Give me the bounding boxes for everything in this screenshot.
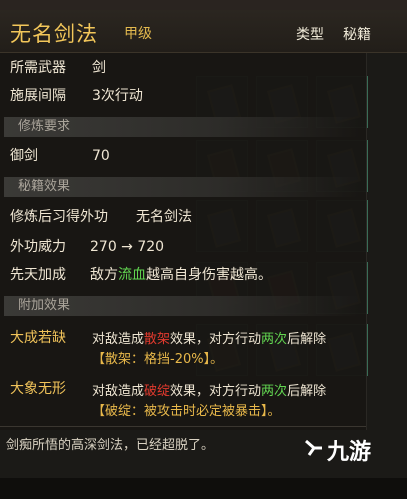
- stat-key: 所需武器: [10, 60, 66, 76]
- extra-skill-line: 对敌造成散架效果，对方行动两次后解除: [92, 328, 326, 347]
- extra-skill-line: 对敌造成破绽效果，对方行动两次后解除: [92, 380, 326, 399]
- skill-text: 效果，对方行动: [170, 384, 262, 399]
- skill-text: 后解除: [287, 332, 327, 347]
- tooltip-divider: [0, 426, 366, 427]
- innate-text: 敌方: [90, 267, 118, 283]
- item-name: 无名剑法: [10, 22, 98, 46]
- extra-skill-sub: 【破绽：被攻击时必定被暴击】。: [92, 404, 281, 419]
- skill-text: 对敌造成: [92, 332, 145, 347]
- effect-row-learn: 修炼后习得外功 无名剑法: [0, 205, 366, 229]
- section-title: 修炼要求: [18, 119, 71, 134]
- innate-value: 敌方流血越高自身伤害越高。: [90, 263, 272, 287]
- skill-highlight: 破绽: [144, 384, 171, 399]
- item-type-label: 类型: [296, 27, 324, 43]
- item-grade: 甲级: [124, 26, 152, 42]
- skill-text: 效果，对方行动: [170, 332, 262, 347]
- effect-row-power: 外功威力 270 → 720: [0, 235, 366, 259]
- learn-value: 无名剑法: [136, 209, 192, 225]
- section-title: 附加效果: [18, 298, 71, 313]
- stat-value: 3次行动: [92, 88, 143, 104]
- watermark-logo-icon: [305, 439, 322, 456]
- requirement-value: 70: [92, 148, 110, 164]
- extra-skill-name: 大象无形: [10, 381, 66, 397]
- skill-text: 后解除: [287, 384, 327, 399]
- stat-row: 施展间隔 3次行动: [0, 84, 366, 108]
- stat-value: 剑: [92, 60, 106, 76]
- skill-highlight: 两次: [261, 332, 288, 347]
- innate-key: 先天加成: [10, 267, 66, 283]
- bottom-strip: [0, 478, 407, 499]
- learn-key: 修炼后习得外功: [10, 209, 108, 225]
- power-value: 270 → 720: [90, 239, 165, 255]
- section-header-effect: 秘籍效果: [4, 177, 360, 197]
- innate-text: 越高自身伤害越高。: [146, 267, 272, 283]
- effect-row-innate: 先天加成 敌方流血越高自身伤害越高。: [0, 263, 366, 287]
- section-title: 秘籍效果: [18, 179, 71, 194]
- requirement-key: 御剑: [10, 148, 38, 164]
- section-header-extra: 附加效果: [4, 296, 360, 316]
- stat-key: 施展间隔: [10, 88, 66, 104]
- power-key: 外功威力: [10, 239, 66, 255]
- extra-skill-sub: 【散架：格挡-20%】。: [92, 352, 224, 367]
- watermark-text: 九游: [327, 440, 372, 465]
- skill-text: 对敌造成: [92, 384, 145, 399]
- extra-skill-name: 大成若缺: [10, 330, 66, 346]
- requirement-row: 御剑 70: [0, 144, 366, 168]
- item-description: 剑痴所悟的高深剑法，已经超脱了。: [6, 438, 215, 453]
- section-header-requirement: 修炼要求: [4, 117, 360, 137]
- stat-row: 所需武器 剑: [0, 56, 366, 80]
- innate-highlight: 流血: [118, 267, 146, 283]
- skill-highlight: 两次: [261, 384, 288, 399]
- item-type-value: 秘籍: [343, 27, 371, 43]
- skill-highlight: 散架: [144, 332, 171, 347]
